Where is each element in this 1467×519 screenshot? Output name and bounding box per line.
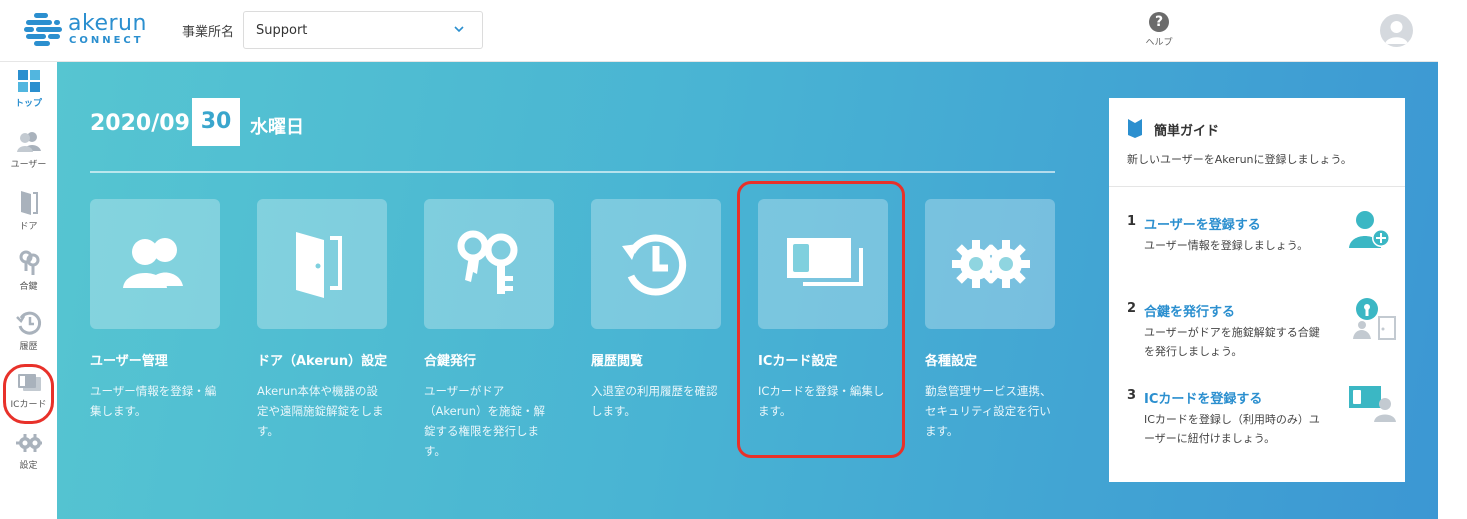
bookmark-icon	[1128, 119, 1142, 138]
logo-mark-icon	[24, 13, 62, 46]
avatar[interactable]	[1380, 14, 1413, 47]
add-user-icon	[1349, 211, 1390, 248]
tile-key-issuance[interactable]	[424, 199, 554, 329]
grid-icon	[17, 70, 40, 92]
logo-subtitle: CONNECT	[69, 35, 144, 46]
keys-icon	[457, 230, 518, 294]
date-weekday: 水曜日	[250, 117, 304, 138]
tile-description: 勤怠管理サービス連携、セキュリティ設定を行います。	[925, 384, 1052, 438]
tile-user-management[interactable]	[90, 199, 220, 329]
sidebar-item-door[interactable]: ドア	[0, 189, 57, 247]
guide-title: 簡単ガイド	[1154, 124, 1220, 139]
key-door-icon	[1353, 298, 1396, 340]
akerun-logo[interactable]: akerun CONNECT	[22, 11, 147, 51]
office-label: 事業所名	[182, 25, 235, 40]
guide-intro: 新しいユーザーをAkerunに登録しましょう。	[1127, 153, 1352, 166]
tile-description: 入退室の利用履歴を確認します。	[591, 384, 718, 418]
card-user-icon	[1349, 386, 1396, 422]
sidebar-item-top[interactable]: トップ	[0, 68, 57, 126]
users-icon	[123, 238, 183, 288]
office-select[interactable]: Support	[243, 11, 483, 49]
tile-various-settings[interactable]	[925, 199, 1055, 329]
step-number: 2	[1127, 301, 1137, 316]
step-description: ユーザーがドアを施錠解錠する合鍵を発行しましょう。	[1144, 326, 1320, 358]
chevron-down-icon	[454, 26, 464, 33]
users-icon	[16, 132, 41, 152]
tile-history[interactable]	[591, 199, 721, 329]
step-link-register-user[interactable]: ユーザーを登録する	[1144, 214, 1261, 233]
step-description: ユーザー情報を登録しましょう。	[1144, 239, 1309, 252]
sidebar-item-history[interactable]: 履歴	[0, 309, 57, 367]
tile-title[interactable]: 履歴閲覧	[591, 350, 643, 369]
door-icon	[20, 191, 38, 215]
sidebar-item-label: トップ	[14, 99, 42, 109]
highlight-ring-iccard-tile	[737, 181, 905, 458]
tile-description: ユーザー情報を登録・編集します。	[90, 384, 217, 418]
highlight-ring-sidebar	[3, 364, 54, 424]
tile-description: ユーザーがドア（Akerun）を施錠・解錠する権限を発行します。	[424, 384, 545, 458]
top-header: akerun CONNECT 事業所名 Support ? ヘルプ	[0, 0, 1438, 62]
guide-divider	[1109, 186, 1405, 187]
help-label: ヘルプ	[1145, 38, 1173, 48]
sidebar-item-label: ユーザー	[10, 160, 47, 170]
history-icon	[15, 311, 41, 335]
date-year-month: 2020/09	[90, 111, 190, 136]
sidebar-item-keys[interactable]: 合鍵	[0, 249, 57, 307]
sidebar: トップ ユーザー ドア 合鍵 履歴 ICカード 設定	[0, 62, 57, 519]
sidebar-item-label: 設定	[19, 461, 38, 471]
tile-door-settings[interactable]	[257, 199, 387, 329]
history-icon	[622, 234, 687, 296]
help-button[interactable]: ? ヘルプ	[1140, 12, 1178, 52]
sidebar-item-settings[interactable]: 設定	[0, 430, 57, 488]
user-avatar-icon	[1385, 21, 1408, 44]
door-icon	[296, 232, 342, 298]
dashboard-main: 2020/09 30 水曜日 ユーザー管理 ユーザー情報を登録・編集します。 ド…	[57, 62, 1438, 519]
logo-wordmark: akerun	[68, 11, 147, 36]
key-icon	[19, 250, 39, 275]
step-number: 1	[1127, 214, 1137, 229]
step-link-issue-key[interactable]: 合鍵を発行する	[1144, 301, 1235, 320]
gears-icon	[952, 240, 1030, 288]
date-day: 30	[192, 98, 240, 146]
sidebar-item-label: 合鍵	[19, 282, 38, 292]
tile-description: Akerun本体や機器の設定や遠隔施錠解錠をします。	[257, 384, 384, 438]
tile-title[interactable]: 合鍵発行	[424, 350, 476, 369]
gear-icon	[15, 434, 42, 452]
easy-guide-panel: 簡単ガイド 新しいユーザーをAkerunに登録しましょう。 1 ユーザーを登録す…	[1109, 98, 1405, 482]
divider	[90, 171, 1055, 173]
tile-title[interactable]: 各種設定	[925, 350, 977, 369]
step-number: 3	[1127, 388, 1137, 403]
help-icon: ?	[1149, 12, 1169, 32]
sidebar-item-users[interactable]: ユーザー	[0, 129, 57, 187]
step-description: ICカードを登録し（利用時のみ）ユーザーに紐付けましょう。	[1144, 413, 1320, 445]
office-select-value: Support	[256, 23, 308, 38]
sidebar-item-label: ドア	[19, 222, 38, 232]
sidebar-item-label: 履歴	[19, 342, 38, 352]
tile-title[interactable]: ユーザー管理	[90, 350, 168, 369]
tile-title[interactable]: ドア（Akerun）設定	[257, 350, 387, 369]
step-link-register-iccard[interactable]: ICカードを登録する	[1144, 388, 1262, 407]
